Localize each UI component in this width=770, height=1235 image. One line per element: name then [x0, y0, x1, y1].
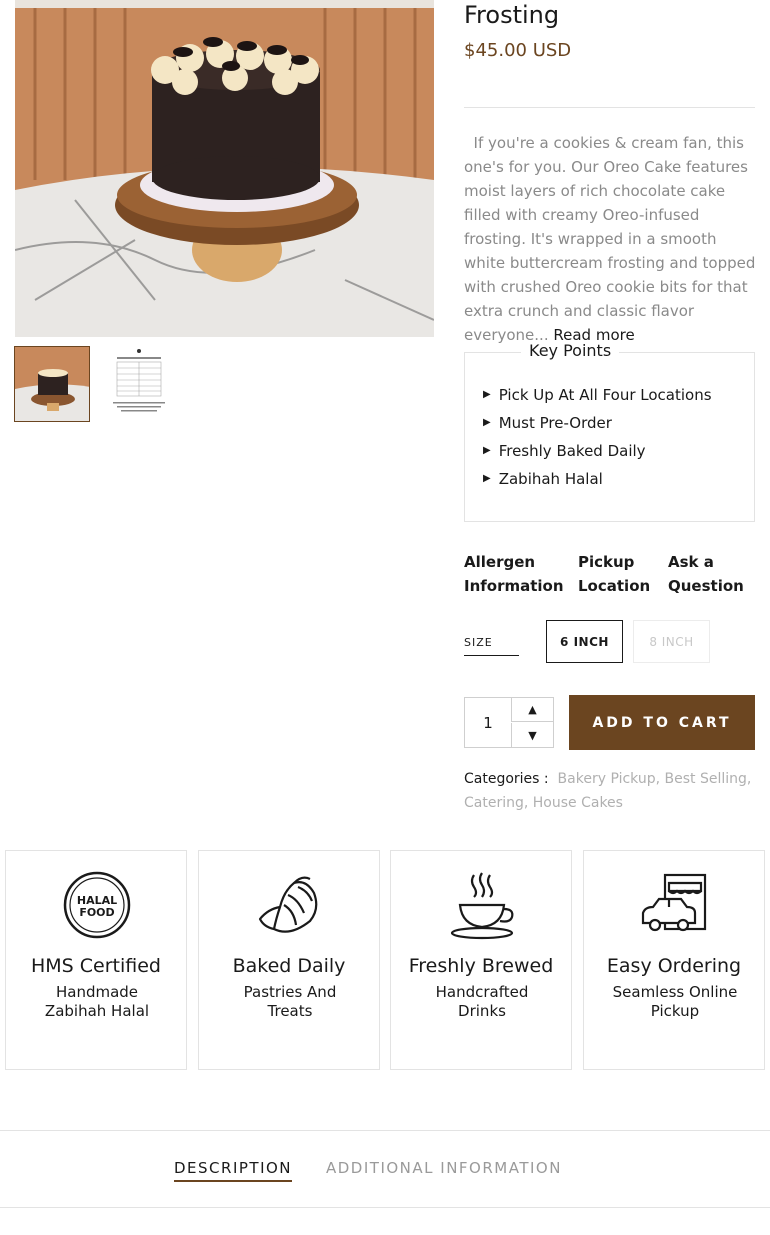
feature-title: Easy Ordering — [606, 955, 742, 977]
category-link-house-cakes[interactable]: House Cakes — [533, 795, 623, 811]
feature-subtitle: Pastries And Treats — [243, 983, 337, 1020]
feature-title: HMS Certified — [31, 955, 161, 977]
tab-additional-information[interactable]: ADDITIONAL INFORMATION — [326, 1159, 562, 1180]
caret-down-icon: ▼ — [528, 728, 537, 742]
product-price: $45.00 USD — [464, 40, 572, 61]
quantity-increase-button[interactable]: ▲ — [511, 698, 553, 722]
key-points-list: ▶ Pick Up At All Four Locations ▶ Must Pre… — [483, 381, 712, 493]
feature-card-hms-certified: HALAL FOOD HMS Certified Handmade Zabiha… — [5, 850, 187, 1070]
quantity-stepper: 1 ▲ ▼ — [464, 697, 554, 748]
key-point-item: ▶ Pick Up At All Four Locations — [483, 381, 712, 409]
oreo-cake-photo — [15, 0, 434, 337]
feature-subtitle: Handmade Zabihah Halal — [44, 983, 150, 1020]
key-points-title: Key Points — [521, 341, 620, 360]
key-point-text: Must Pre-Order — [498, 414, 612, 432]
allergen-information-link[interactable]: Allergen Information — [464, 550, 564, 598]
triangle-right-icon: ▶ — [483, 417, 491, 428]
category-link-best-selling[interactable]: Best Selling, — [665, 771, 752, 787]
product-title: Frosting — [464, 1, 560, 29]
triangle-right-icon: ▶ — [483, 389, 491, 400]
feature-subtitle: Handcrafted Drinks — [435, 983, 529, 1020]
thumbnail-size-chart[interactable] — [101, 346, 177, 422]
size-option-8-inch[interactable]: 8 INCH — [633, 620, 710, 663]
coffee-cup-icon — [450, 872, 514, 940]
key-point-text: Zabihah Halal — [498, 470, 603, 488]
ask-a-question-link[interactable]: Ask a Question — [668, 550, 748, 598]
add-to-cart-button[interactable]: ADD TO CART — [569, 695, 755, 750]
key-points-box: Key Points ▶ Pick Up At All Four Location… — [464, 341, 755, 522]
key-point-item: ▶ Zabihah Halal — [483, 465, 712, 493]
product-tabs: DESCRIPTION ADDITIONAL INFORMATION — [0, 1130, 770, 1208]
key-point-item: ▶ Must Pre-Order — [483, 409, 712, 437]
key-point-text: Freshly Baked Daily — [498, 442, 646, 460]
thumbnail-cake-photo[interactable] — [14, 346, 90, 422]
key-point-text: Pick Up At All Four Locations — [498, 386, 712, 404]
croissant-icon — [258, 876, 318, 933]
categories: Categories : Bakery Pickup, Best Selling… — [464, 767, 759, 815]
description-text: If you're a cookies & cream fan, this on… — [464, 134, 756, 344]
feature-subtitle: Seamless Online Pickup — [612, 983, 738, 1020]
tab-description[interactable]: DESCRIPTION — [174, 1159, 293, 1182]
categories-label: Categories : — [464, 771, 549, 787]
size-chart-thumbnail-image — [101, 346, 177, 422]
caret-up-icon: ▲ — [528, 703, 537, 716]
pickup-location-link[interactable]: Pickup Location — [578, 550, 658, 598]
quantity-input[interactable]: 1 — [465, 698, 511, 747]
divider — [464, 107, 755, 108]
category-link-bakery-pickup[interactable]: Bakery Pickup, — [558, 771, 661, 787]
quantity-decrease-button[interactable]: ▼ — [511, 723, 553, 747]
product-main-image[interactable] — [15, 0, 434, 337]
drive-pickup-icon — [641, 873, 707, 932]
feature-card-easy-ordering: Easy Ordering Seamless Online Pickup — [583, 850, 765, 1070]
feature-card-freshly-brewed: Freshly Brewed Handcrafted Drinks — [390, 850, 572, 1070]
feature-title: Baked Daily — [232, 955, 346, 977]
size-label: SIZE — [464, 636, 519, 656]
cake-thumbnail-image — [15, 347, 89, 421]
feature-card-baked-daily: Baked Daily Pastries And Treats — [198, 850, 380, 1070]
triangle-right-icon: ▶ — [483, 473, 491, 484]
key-point-item: ▶ Freshly Baked Daily — [483, 437, 712, 465]
halal-icon-line-2: FOOD — [79, 906, 114, 919]
triangle-right-icon: ▶ — [483, 445, 491, 456]
category-link-catering[interactable]: Catering, — [464, 795, 528, 811]
feature-title: Freshly Brewed — [408, 955, 554, 977]
product-description: If you're a cookies & cream fan, this on… — [464, 131, 759, 347]
size-option-6-inch[interactable]: 6 INCH — [546, 620, 623, 663]
halal-food-icon: HALAL FOOD — [63, 871, 131, 939]
